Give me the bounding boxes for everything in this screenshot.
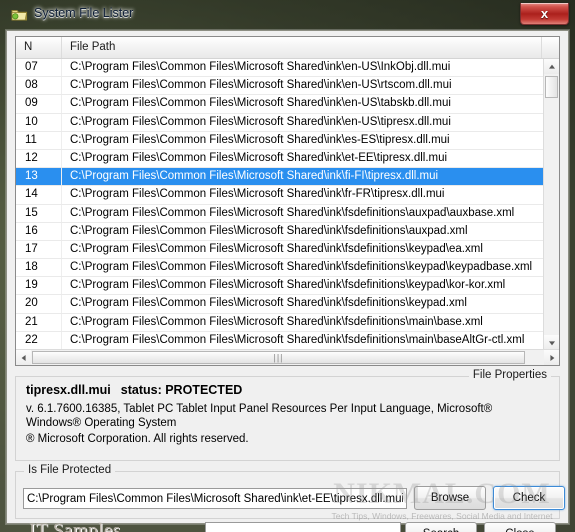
row-file-path-cell: C:\Program Files\Common Files\Microsoft …: [70, 315, 483, 328]
close-button[interactable]: Close: [484, 522, 556, 532]
close-icon: x: [540, 6, 549, 21]
row-file-path-cell: C:\Program Files\Common Files\Microsoft …: [70, 79, 452, 92]
application-window: System File Lister x N File Path 07 C:\Pr…: [0, 0, 575, 532]
file-properties-label: File Properties: [468, 369, 551, 381]
row-file-path-cell: C:\Program Files\Common Files\Microsoft …: [70, 333, 525, 346]
row-index-cell: 10: [16, 113, 62, 131]
column-header-n[interactable]: N: [16, 37, 62, 58]
brand-logo: IT Samples: [29, 520, 121, 532]
table-row[interactable]: 20 C:\Program Files\Common Files\Microsof…: [16, 295, 545, 314]
property-status-label: status:: [120, 383, 162, 397]
column-header-file-path[interactable]: File Path: [62, 37, 542, 58]
row-file-path-cell: C:\Program Files\Common Files\Microsoft …: [70, 279, 506, 292]
property-description: v. 6.1.7600.16385, Tablet PC Tablet Inpu…: [26, 403, 493, 429]
is-file-protected-group: Is File Protected Browse Check: [15, 464, 565, 519]
row-file-path-cell: C:\Program Files\Common Files\Microsoft …: [70, 261, 533, 274]
status-badge: PROTECTED: [165, 383, 243, 397]
row-file-path-cell: C:\Program Files\Common Files\Microsoft …: [70, 242, 483, 255]
file-list[interactable]: N File Path 07 C:\Program Files\Common Fi…: [15, 36, 560, 366]
file-properties-headline: tipresx.dll.mui status: PROTECTED: [26, 383, 242, 397]
scroll-left-button[interactable]: [16, 350, 31, 365]
chevron-left-icon: [21, 354, 26, 361]
list-header: N File Path: [16, 37, 559, 59]
row-file-path-cell: C:\Program Files\Common Files\Microsoft …: [70, 170, 439, 183]
row-index-cell: 11: [16, 131, 62, 149]
row-index-cell: 22: [16, 331, 62, 349]
table-row[interactable]: 07 C:\Program Files\Common Files\Microsof…: [16, 59, 545, 78]
property-copyright: ® Microsoft Corporation. All rights rese…: [26, 433, 249, 445]
row-index-cell: 08: [16, 77, 62, 95]
row-index-cell: 16: [16, 222, 62, 240]
row-index-cell: 12: [16, 149, 62, 168]
table-row[interactable]: 17 C:\Program Files\Common Files\Microsof…: [16, 240, 545, 260]
row-index-cell: 17: [16, 240, 62, 259]
row-index-cell: 19: [16, 277, 62, 295]
row-file-path-cell: C:\Program Files\Common Files\Microsoft …: [70, 188, 445, 201]
title-bar[interactable]: System File Lister x: [0, 0, 575, 30]
row-file-path-cell: C:\Program Files\Common Files\Microsoft …: [70, 224, 468, 237]
scroll-down-button[interactable]: [544, 335, 559, 350]
row-index-cell: 07: [16, 59, 62, 77]
window-close-button[interactable]: x: [520, 3, 569, 25]
row-index-cell: 21: [16, 313, 62, 331]
table-row[interactable]: 15 C:\Program Files\Common Files\Microsof…: [16, 204, 545, 223]
row-index-cell: 20: [16, 295, 62, 313]
window-title: System File Lister: [34, 6, 134, 20]
table-row[interactable]: 19 C:\Program Files\Common Files\Microsof…: [16, 277, 545, 296]
chevron-down-icon: [548, 340, 555, 345]
table-row[interactable]: 21 C:\Program Files\Common Files\Microsof…: [16, 313, 545, 332]
search-input[interactable]: [205, 522, 401, 532]
file-properties-group: File Properties tipresx.dll.mui status: P…: [15, 369, 560, 461]
search-button[interactable]: Search: [405, 522, 477, 532]
scroll-right-button[interactable]: [544, 350, 559, 365]
table-row[interactable]: 11 C:\Program Files\Common Files\Microsof…: [16, 131, 545, 150]
row-file-path-cell: C:\Program Files\Common Files\Microsoft …: [70, 115, 451, 128]
chevron-right-icon: [549, 354, 554, 361]
table-row[interactable]: 14 C:\Program Files\Common Files\Microsof…: [16, 186, 545, 205]
row-file-path-cell: C:\Program Files\Common Files\Microsoft …: [70, 206, 515, 219]
row-file-path-cell: C:\Program Files\Common Files\Microsoft …: [70, 297, 467, 310]
horizontal-scrollbar[interactable]: |||: [16, 349, 559, 365]
table-row[interactable]: 18 C:\Program Files\Common Files\Microsof…: [16, 259, 545, 278]
table-row[interactable]: 12 C:\Program Files\Common Files\Microsof…: [16, 149, 545, 169]
row-file-path-cell: C:\Program Files\Common Files\Microsoft …: [70, 61, 451, 73]
grip-icon: |||: [273, 352, 284, 362]
row-file-path-cell: C:\Program Files\Common Files\Microsoft …: [70, 133, 450, 146]
window-frame: N File Path 07 C:\Program Files\Common Fi…: [6, 30, 569, 532]
property-file-name: tipresx.dll.mui: [26, 383, 111, 397]
horizontal-scrollbar-thumb[interactable]: |||: [32, 351, 525, 364]
vertical-scrollbar-thumb[interactable]: [545, 76, 558, 98]
check-button[interactable]: Check: [493, 486, 565, 510]
table-row[interactable]: 13 C:\Program Files\Common Files\Microsof…: [16, 168, 545, 187]
is-file-protected-label: Is File Protected: [24, 464, 116, 476]
folder-icon: [11, 10, 28, 21]
browse-button[interactable]: Browse: [414, 486, 486, 510]
table-row[interactable]: 09 C:\Program Files\Common Files\Microsof…: [16, 95, 545, 114]
vertical-scrollbar[interactable]: [543, 59, 559, 350]
table-row[interactable]: 16 C:\Program Files\Common Files\Microsof…: [16, 222, 545, 241]
row-file-path-cell: C:\Program Files\Common Files\Microsoft …: [70, 151, 448, 164]
client-area: N File Path 07 C:\Program Files\Common Fi…: [7, 31, 568, 532]
table-row[interactable]: 22 C:\Program Files\Common Files\Microsof…: [16, 331, 545, 350]
row-index-cell: 15: [16, 204, 62, 222]
row-file-path-cell: C:\Program Files\Common Files\Microsoft …: [70, 97, 451, 110]
table-row[interactable]: 08 C:\Program Files\Common Files\Microsof…: [16, 77, 545, 96]
row-index-cell: 18: [16, 259, 62, 277]
list-body[interactable]: 07 C:\Program Files\Common Files\Microsof…: [16, 59, 545, 350]
chevron-up-icon: [548, 64, 555, 69]
scroll-up-button[interactable]: [544, 59, 559, 74]
file-path-input[interactable]: [23, 488, 407, 509]
row-index-cell: 13: [16, 168, 62, 186]
table-row[interactable]: 10 C:\Program Files\Common Files\Microsof…: [16, 113, 545, 132]
row-index-cell: 14: [16, 186, 62, 204]
row-index-cell: 09: [16, 95, 62, 113]
